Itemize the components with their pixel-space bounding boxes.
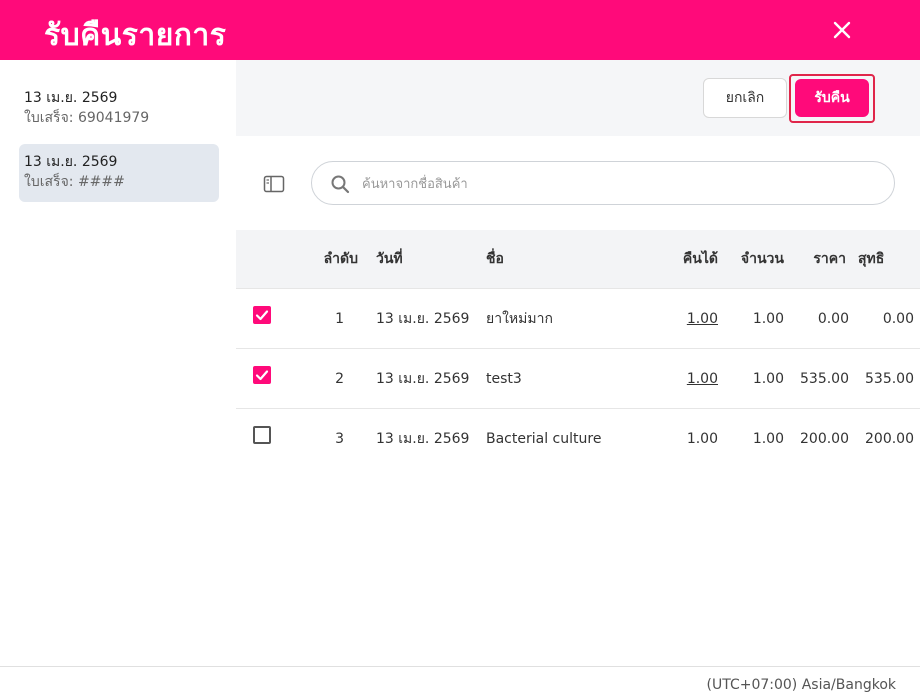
row-name: ยาใหม่มาก (486, 311, 553, 327)
row-price: 200.00 (800, 431, 849, 447)
row-index: 3 (335, 431, 344, 447)
row-date: 13 เม.ย. 2569 (376, 431, 470, 447)
toggle-sidebar-button[interactable] (263, 175, 285, 193)
cancel-button[interactable]: ยกเลิก (703, 78, 787, 118)
column-header-quantity: จำนวน (740, 251, 784, 267)
receipt-number: ใบเสร็จ: 69041979 (24, 110, 150, 126)
row-date: 13 เม.ย. 2569 (376, 311, 470, 327)
column-header-net: สุทธิ (858, 251, 885, 267)
sidebar-panel-icon (263, 175, 285, 193)
row-checkbox-checked[interactable] (253, 306, 271, 324)
table-row: 3 13 เม.ย. 2569 Bacterial culture 1.00 1… (236, 408, 920, 469)
column-header-returnable: คืนได้ (682, 251, 718, 267)
row-checkbox-checked[interactable] (253, 366, 271, 384)
status-bar: (UTC+07:00) Asia/Bangkok (0, 666, 920, 693)
row-quantity: 1.00 (752, 311, 784, 327)
row-date: 13 เม.ย. 2569 (376, 371, 470, 387)
row-quantity: 1.00 (752, 371, 784, 387)
row-net: 0.00 (882, 311, 914, 327)
receipt-date: 13 เม.ย. 2569 (24, 154, 118, 170)
returnable-amount-link[interactable]: 1.00 (656, 369, 718, 389)
timezone-label: (UTC+07:00) Asia/Bangkok (706, 677, 897, 693)
receipt-item-selected[interactable]: 13 เม.ย. 2569 ใบเสร็จ: #### (19, 144, 219, 202)
table-row: 1 13 เม.ย. 2569 ยาใหม่มาก 1.00 1.00 0.00… (236, 288, 920, 349)
receipt-date: 13 เม.ย. 2569 (24, 90, 118, 106)
row-name: Bacterial culture (486, 431, 602, 447)
accept-button-highlight: รับคืน (789, 74, 875, 123)
row-net: 535.00 (865, 371, 914, 387)
receipt-item[interactable]: 13 เม.ย. 2569 ใบเสร็จ: 69041979 (19, 80, 219, 138)
check-icon (255, 310, 269, 321)
column-header-name: ชื่อ (486, 251, 504, 267)
action-toolbar: ยกเลิก รับคืน (236, 60, 920, 136)
row-returnable: 1.00 (686, 431, 718, 447)
row-quantity: 1.00 (752, 431, 784, 447)
returnable-amount-link[interactable]: 1.00 (656, 309, 718, 329)
accept-return-button[interactable]: รับคืน (795, 79, 869, 117)
row-price: 0.00 (817, 311, 849, 327)
row-price: 535.00 (800, 371, 849, 387)
search-box (311, 161, 895, 205)
row-index: 2 (335, 371, 344, 387)
receipt-list: 13 เม.ย. 2569 ใบเสร็จ: 69041979 13 เม.ย.… (0, 60, 236, 666)
close-button[interactable] (826, 14, 858, 46)
row-checkbox-unchecked[interactable] (253, 426, 271, 444)
table-row: 2 13 เม.ย. 2569 test3 1.00 1.00 535.00 5… (236, 348, 920, 409)
row-index: 1 (335, 311, 344, 327)
row-name: test3 (486, 371, 522, 387)
check-icon (255, 370, 269, 381)
modal-title: รับคืนรายการ (44, 18, 227, 53)
column-header-index: ลำดับ (323, 251, 358, 267)
receipt-number: ใบเสร็จ: #### (24, 174, 125, 190)
row-net: 200.00 (865, 431, 914, 447)
column-header-date: วันที่ (376, 251, 403, 267)
table-header: ลำดับ วันที่ ชื่อ คืนได้ จำนวน ราคา สุทธ… (236, 230, 920, 288)
close-icon (833, 21, 851, 39)
search-icon (331, 175, 350, 194)
column-header-price: ราคา (813, 251, 846, 267)
search-input[interactable] (360, 170, 864, 198)
modal-header: รับคืนรายการ (0, 0, 920, 60)
main-panel: ยกเลิก รับคืน ลำดับ วันที่ ชื่อ คืนได้ จ… (236, 60, 920, 666)
